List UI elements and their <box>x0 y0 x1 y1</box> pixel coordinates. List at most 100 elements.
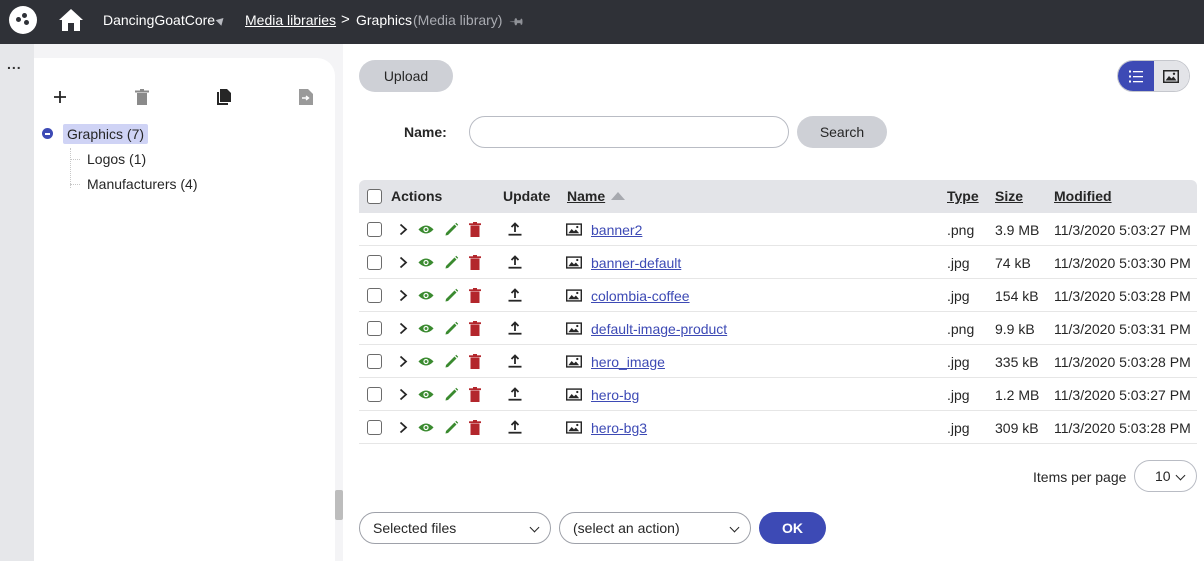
expand-icon[interactable] <box>395 221 411 237</box>
view-icon[interactable] <box>418 320 434 336</box>
file-modified: 11/3/2020 5:03:28 PM <box>1054 420 1191 436</box>
delete-folder-icon[interactable] <box>133 88 151 106</box>
file-size: 74 kB <box>995 255 1031 271</box>
upload-icon[interactable] <box>507 353 523 369</box>
site-caret-icon[interactable] <box>215 15 227 26</box>
image-file-icon <box>566 287 582 303</box>
row-checkbox[interactable] <box>367 255 382 270</box>
row-checkbox[interactable] <box>367 288 382 303</box>
delete-icon[interactable] <box>467 386 483 402</box>
view-icon[interactable] <box>418 353 434 369</box>
view-icon[interactable] <box>418 221 434 237</box>
upload-icon[interactable] <box>507 419 523 435</box>
pin-icon[interactable]: 🖈 <box>504 11 528 35</box>
edit-icon[interactable] <box>443 287 459 303</box>
new-folder-icon[interactable] <box>51 88 69 106</box>
header-name-label[interactable]: Name <box>567 188 605 204</box>
breadcrumb-current: Graphics <box>356 12 413 28</box>
files-table: Actions Update Name Type Size Modified b… <box>359 180 1197 444</box>
expand-icon[interactable] <box>395 320 411 336</box>
header-type[interactable]: Type <box>947 188 979 204</box>
selection-scope-select[interactable]: Selected files <box>359 512 551 544</box>
expand-icon[interactable] <box>395 353 411 369</box>
upload-icon[interactable] <box>507 287 523 303</box>
ok-button[interactable]: OK <box>759 512 826 544</box>
app-logo-icon[interactable] <box>9 6 37 34</box>
edit-icon[interactable] <box>443 353 459 369</box>
view-icon[interactable] <box>418 386 434 402</box>
tree-node-manufacturers[interactable]: Manufacturers (4) <box>87 176 197 192</box>
upload-icon[interactable] <box>507 254 523 270</box>
image-file-icon <box>566 254 582 270</box>
row-checkbox[interactable] <box>367 321 382 336</box>
expand-icon[interactable] <box>395 287 411 303</box>
view-icon[interactable] <box>418 254 434 270</box>
search-button[interactable]: Search <box>797 116 887 148</box>
expand-icon[interactable] <box>395 254 411 270</box>
site-selector[interactable]: DancingGoatCore <box>103 12 215 28</box>
header-name[interactable]: Name <box>567 188 626 204</box>
panel-splitter[interactable] <box>335 490 343 520</box>
edit-icon[interactable] <box>443 221 459 237</box>
select-all-checkbox[interactable] <box>367 189 382 204</box>
delete-icon[interactable] <box>467 221 483 237</box>
left-rail: ... <box>0 44 34 561</box>
edit-icon[interactable] <box>443 386 459 402</box>
list-view-icon <box>1128 70 1143 82</box>
file-name-link[interactable]: hero-bg3 <box>591 420 647 436</box>
items-per-page-select[interactable]: 10 <box>1134 460 1197 492</box>
upload-icon[interactable] <box>507 386 523 402</box>
name-filter-label: Name: <box>404 124 447 140</box>
file-name-link[interactable]: colombia-coffee <box>591 288 690 304</box>
file-size: 309 kB <box>995 420 1039 436</box>
header-size[interactable]: Size <box>995 188 1023 204</box>
tile-view-button[interactable] <box>1153 61 1189 91</box>
file-name-link[interactable]: hero_image <box>591 354 665 370</box>
row-checkbox[interactable] <box>367 222 382 237</box>
tree-node-logos[interactable]: Logos (1) <box>87 151 146 167</box>
view-icon[interactable] <box>418 287 434 303</box>
top-bar: DancingGoatCore Media libraries > Graphi… <box>0 0 1204 44</box>
main-content: Upload Name: Search Actions Update Name … <box>343 44 1204 561</box>
upload-icon[interactable] <box>507 221 523 237</box>
move-folder-icon[interactable] <box>297 88 315 106</box>
name-filter-input[interactable] <box>469 116 789 148</box>
delete-icon[interactable] <box>467 320 483 336</box>
upload-icon[interactable] <box>507 320 523 336</box>
edit-icon[interactable] <box>443 320 459 336</box>
delete-icon[interactable] <box>467 254 483 270</box>
row-checkbox[interactable] <box>367 387 382 402</box>
tree-node-graphics[interactable]: Graphics (7) <box>63 124 149 144</box>
tree-connector <box>70 159 80 160</box>
file-name-link[interactable]: banner2 <box>591 222 642 238</box>
upload-button[interactable]: Upload <box>359 60 453 92</box>
file-name-link[interactable]: default-image-product <box>591 321 727 337</box>
file-name-link[interactable]: banner-default <box>591 255 681 271</box>
breadcrumb-media-libraries[interactable]: Media libraries <box>245 12 336 28</box>
file-type: .png <box>947 222 975 238</box>
header-modified[interactable]: Modified <box>1054 188 1112 204</box>
more-menu-icon[interactable]: ... <box>7 56 22 72</box>
row-checkbox[interactable] <box>367 420 382 435</box>
edit-icon[interactable] <box>443 254 459 270</box>
collapse-icon[interactable] <box>42 128 53 139</box>
delete-icon[interactable] <box>467 353 483 369</box>
copy-folder-icon[interactable] <box>215 88 233 106</box>
items-per-page-value: 10 <box>1155 468 1171 484</box>
file-modified: 11/3/2020 5:03:30 PM <box>1054 255 1191 271</box>
home-icon[interactable] <box>58 7 84 33</box>
expand-icon[interactable] <box>395 386 411 402</box>
file-size: 1.2 MB <box>995 387 1040 403</box>
row-checkbox[interactable] <box>367 354 382 369</box>
bulk-action-select[interactable]: (select an action) <box>559 512 751 544</box>
list-view-button[interactable] <box>1118 61 1154 91</box>
file-name-link[interactable]: hero-bg <box>591 387 639 403</box>
expand-icon[interactable] <box>395 419 411 435</box>
view-icon[interactable] <box>418 419 434 435</box>
edit-icon[interactable] <box>443 419 459 435</box>
tree-content: Graphics (7) Logos (1) Manufacturers (4) <box>34 58 335 561</box>
table-row: hero-bg3 .jpg 309 kB 11/3/2020 5:03:28 PM <box>359 411 1197 444</box>
delete-icon[interactable] <box>467 419 483 435</box>
delete-icon[interactable] <box>467 287 483 303</box>
file-modified: 11/3/2020 5:03:27 PM <box>1054 387 1191 403</box>
